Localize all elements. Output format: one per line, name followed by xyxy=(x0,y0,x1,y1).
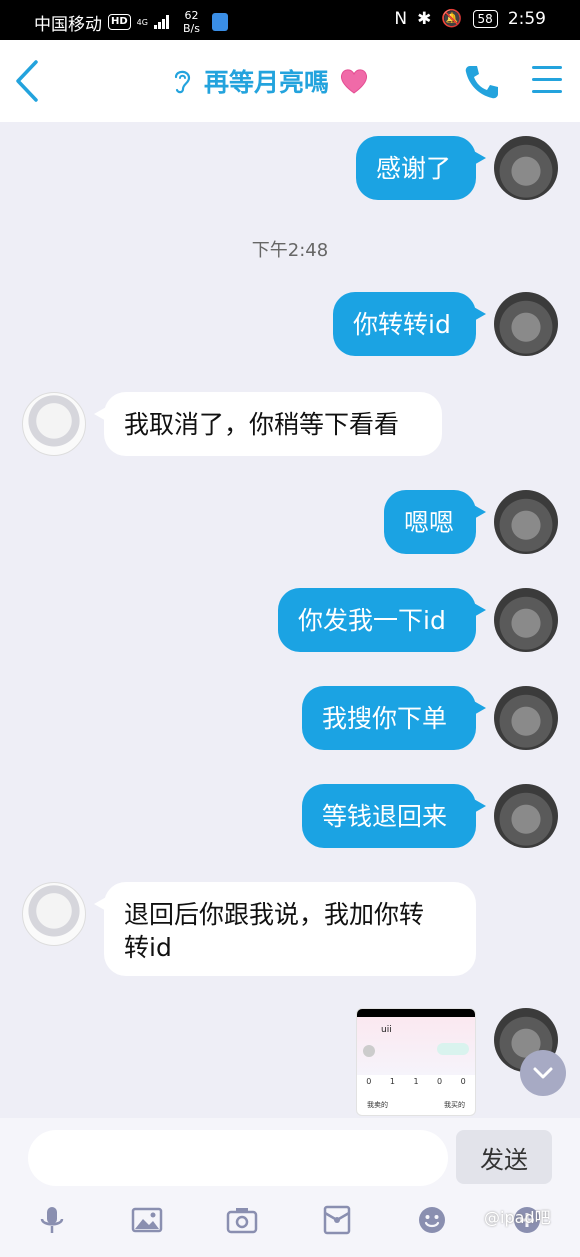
my-avatar[interactable] xyxy=(494,784,558,848)
message-text: 我搜你下单 xyxy=(322,704,448,733)
my-avatar[interactable] xyxy=(494,588,558,652)
send-button[interactable]: 发送 xyxy=(456,1130,552,1184)
message-bubble-sent[interactable]: 我搜你下单 xyxy=(302,686,486,750)
message-bubble-sent[interactable]: 感谢了 xyxy=(356,136,486,200)
thumbnail-avatar xyxy=(363,1045,375,1057)
my-avatar[interactable] xyxy=(494,292,558,356)
voice-mic-icon[interactable] xyxy=(36,1204,68,1236)
my-avatar[interactable] xyxy=(494,490,558,554)
security-shield-icon xyxy=(211,13,228,31)
thumbnail-username: uii xyxy=(381,1025,392,1035)
thumbnail-links: 我卖的 我买的 xyxy=(367,1101,465,1109)
back-arrow-icon[interactable] xyxy=(8,58,48,104)
my-avatar[interactable] xyxy=(494,136,558,200)
my-avatar[interactable] xyxy=(494,686,558,750)
carrier-name: 中国移动 xyxy=(34,14,102,35)
message-text-line-2: 转id xyxy=(124,933,172,962)
message-timestamp: 下午2:48 xyxy=(251,240,329,261)
thumbnail-badge xyxy=(437,1043,469,1055)
composer-area: 发送 @ipad吧 xyxy=(0,1118,580,1257)
contact-avatar[interactable] xyxy=(22,392,86,456)
message-text-line-1: 退回后你跟我说，我加你转 xyxy=(124,900,425,929)
red-packet-icon[interactable] xyxy=(321,1204,353,1236)
menu-icon[interactable] xyxy=(532,66,564,96)
contact-name: 再等月亮嗎 xyxy=(204,68,330,97)
chevron-down-icon xyxy=(533,1067,553,1079)
nfc-icon: N xyxy=(394,9,408,29)
speed-value: 62 xyxy=(184,9,199,22)
mute-bell-icon: 🔕 xyxy=(441,9,463,29)
hd-icon: HD xyxy=(108,14,131,30)
emoji-icon[interactable] xyxy=(416,1204,448,1236)
image-message-thumbnail[interactable]: uii 0 1 1 0 0 我卖的 我买的 xyxy=(356,1008,476,1116)
network-speed: 62 B/s xyxy=(183,9,200,35)
watermark: @ipad吧 xyxy=(484,1208,551,1227)
pink-heart-icon xyxy=(341,69,368,94)
message-bubble-sent[interactable]: 你转转id xyxy=(333,292,486,356)
clock: 2:59 xyxy=(507,9,546,29)
message-bubble-sent[interactable]: 嗯嗯 xyxy=(384,490,486,554)
message-text: 你发我一下id xyxy=(298,606,446,635)
message-text: 我取消了，你稍等下看看 xyxy=(124,410,400,439)
thumbnail-stats: 0 1 1 0 0 xyxy=(366,1077,466,1086)
message-bubble-received[interactable]: 我取消了，你稍等下看看 xyxy=(94,392,442,456)
message-text: 你转转id xyxy=(353,310,451,339)
message-text: 感谢了 xyxy=(376,154,452,183)
message-bubble-sent[interactable]: 等钱退回来 xyxy=(302,784,486,848)
contact-avatar[interactable] xyxy=(22,882,86,946)
network-type: 4G xyxy=(136,17,148,27)
chat-header: 再等月亮嗎 xyxy=(0,40,580,122)
message-text: 嗯嗯 xyxy=(404,508,455,537)
message-bubble-received[interactable]: 退回后你跟我说，我加你转 转id xyxy=(94,882,476,976)
camera-icon[interactable] xyxy=(226,1204,258,1236)
speed-unit: B/s xyxy=(182,22,200,35)
scroll-to-bottom-button[interactable] xyxy=(520,1050,566,1096)
message-input[interactable] xyxy=(28,1130,448,1186)
phone-call-icon[interactable] xyxy=(462,62,502,102)
bluetooth-icon: ✱ xyxy=(417,9,432,29)
signal-icon xyxy=(153,15,169,29)
ear-icon xyxy=(174,70,191,94)
status-bar: 中国移动 HD 4G 62 B/s N ✱ 🔕 58 2:59 xyxy=(0,0,580,40)
battery-level: 58 xyxy=(472,10,498,28)
message-bubble-sent[interactable]: 你发我一下id xyxy=(278,588,486,652)
chat-title-area[interactable]: 再等月亮嗎 xyxy=(170,62,369,100)
image-gallery-icon[interactable] xyxy=(131,1204,163,1236)
message-text: 等钱退回来 xyxy=(322,802,448,831)
